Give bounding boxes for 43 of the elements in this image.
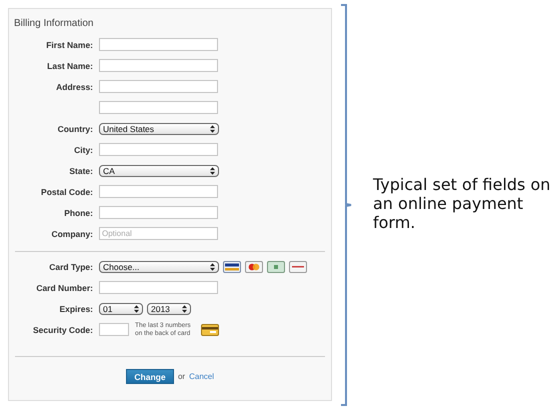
- select-field[interactable]: United States: [99, 122, 219, 134]
- input-field[interactable]: [99, 281, 218, 294]
- cancel-link[interactable]: Cancel: [189, 372, 214, 381]
- updown-arrows-icon: [182, 304, 187, 312]
- input-field[interactable]: [99, 38, 218, 51]
- select-field[interactable]: CA: [99, 164, 219, 176]
- field-label: State:: [69, 166, 93, 176]
- field-label: Country:: [58, 124, 93, 134]
- panel-title: Billing Information: [14, 18, 94, 29]
- input-field[interactable]: [99, 185, 218, 198]
- updown-arrows-icon: [210, 166, 215, 174]
- field-label: Company:: [51, 228, 93, 238]
- select-field[interactable]: 2013: [147, 302, 191, 314]
- card-icon: [223, 260, 241, 272]
- select-field[interactable]: 01: [99, 302, 143, 314]
- field-label: Expires:: [59, 304, 93, 314]
- change-button[interactable]: Change: [126, 369, 174, 384]
- card-icon: [245, 260, 263, 272]
- input-field[interactable]: [99, 80, 218, 93]
- input-field[interactable]: [99, 323, 129, 336]
- annotation-text: Typical set of fields on an online payment form.: [373, 175, 551, 232]
- updown-arrows-icon: [134, 304, 139, 312]
- input-field[interactable]: Optional: [99, 227, 218, 240]
- updown-arrows-icon: [210, 262, 215, 270]
- updown-arrows-icon: [210, 124, 215, 132]
- field-label: Address:: [56, 82, 93, 92]
- card-icon: [289, 260, 307, 272]
- input-field[interactable]: [99, 206, 218, 219]
- field-label: Card Type:: [49, 262, 93, 272]
- input-field[interactable]: [99, 143, 218, 156]
- select-field[interactable]: Choose...: [99, 260, 219, 272]
- input-field[interactable]: [99, 101, 218, 114]
- field-label: First Name:: [46, 40, 93, 50]
- card-back-icon: [201, 324, 219, 336]
- field-label: Card Number:: [36, 282, 93, 292]
- field-label: Security Code:: [33, 324, 93, 334]
- field-label: Postal Code:: [41, 186, 93, 196]
- field-label: City:: [74, 144, 93, 154]
- card-icon: [267, 260, 285, 272]
- field-label: Phone:: [64, 208, 93, 218]
- field-label: Last Name:: [47, 60, 93, 70]
- separator-text: or: [178, 372, 186, 381]
- input-field[interactable]: [99, 59, 218, 72]
